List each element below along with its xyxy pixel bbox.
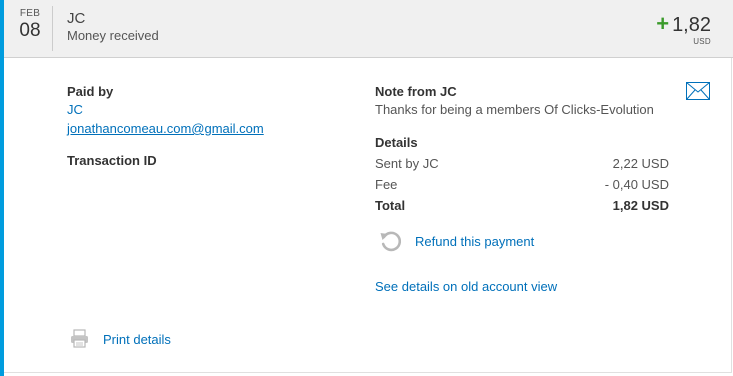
amount-currency: USD: [693, 37, 711, 46]
detail-row-sent: Sent by JC 2,22 USD: [375, 156, 669, 171]
detail-value: 2,22 USD: [612, 156, 669, 171]
detail-label: Fee: [375, 177, 398, 192]
old-account-view-link[interactable]: See details on old account view: [375, 279, 557, 294]
note-label: Note from JC: [375, 84, 457, 99]
transaction-id-label: Transaction ID: [67, 153, 157, 168]
detail-label: Sent by JC: [375, 156, 439, 171]
counterparty-name: JC: [67, 10, 86, 27]
transaction-date: FEB 08: [18, 8, 42, 42]
mail-icon[interactable]: [686, 82, 710, 100]
detail-row-fee: Fee - 0,40 USD: [375, 177, 669, 192]
transaction-type: Money received: [67, 28, 159, 43]
print-label[interactable]: Print details: [103, 332, 171, 347]
transaction-amount: +1,82: [656, 11, 711, 37]
refund-icon: [380, 231, 402, 252]
transaction-body: Paid by JC jonathancomeau.com@gmail.com …: [4, 58, 732, 373]
detail-row-total: Total 1,82 USD: [375, 198, 669, 213]
payer-name: JC: [67, 102, 83, 117]
refund-label[interactable]: Refund this payment: [415, 234, 534, 249]
transaction-detail-panel: FEB 08 JC Money received +1,82 USD Paid …: [0, 0, 733, 376]
printer-icon: [71, 329, 88, 348]
details-label: Details: [375, 135, 418, 150]
date-divider: [52, 6, 53, 51]
amount-sign: +: [656, 11, 670, 36]
payer-email-link[interactable]: jonathancomeau.com@gmail.com: [67, 121, 264, 136]
date-day: 08: [19, 20, 41, 41]
detail-value: - 0,40 USD: [604, 177, 669, 192]
date-month: FEB: [19, 8, 41, 19]
detail-label: Total: [375, 198, 406, 213]
amount-value: 1,82: [672, 14, 711, 36]
note-text: Thanks for being a members Of Clicks-Evo…: [375, 102, 654, 117]
detail-value: 1,82 USD: [612, 198, 669, 213]
paid-by-label: Paid by: [67, 84, 114, 99]
transaction-header[interactable]: FEB 08 JC Money received +1,82 USD: [4, 0, 733, 58]
